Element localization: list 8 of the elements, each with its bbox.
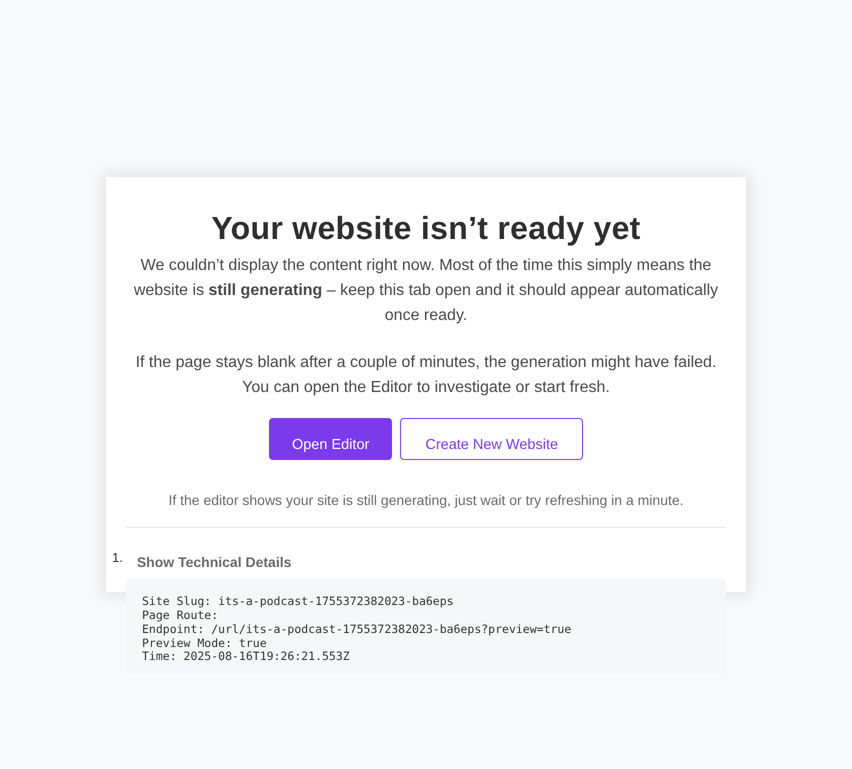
message-paragraph: We couldn’t display the content right now. Most of the time this simply means the website is still generating – keep this tab open and it should appear automatically once ready. (132, 256, 720, 326)
message-paragraph: If the page stays blank after a couple of minutes, the generation might have failed. You can open the Editor to investigate or start fresh. (134, 353, 718, 398)
page-title: Your website isn’t ready yet (210, 209, 642, 248)
open-editor-button[interactable]: Open Editor (268, 418, 392, 460)
list-marker: 1. (112, 549, 123, 568)
technical-details-toggle[interactable]: Show Technical Details (136, 552, 292, 574)
hint-text: If the editor shows your site is still generating, just wait or try refreshing in a minute. (167, 491, 685, 510)
create-website-button[interactable]: Create New Website (400, 418, 584, 460)
